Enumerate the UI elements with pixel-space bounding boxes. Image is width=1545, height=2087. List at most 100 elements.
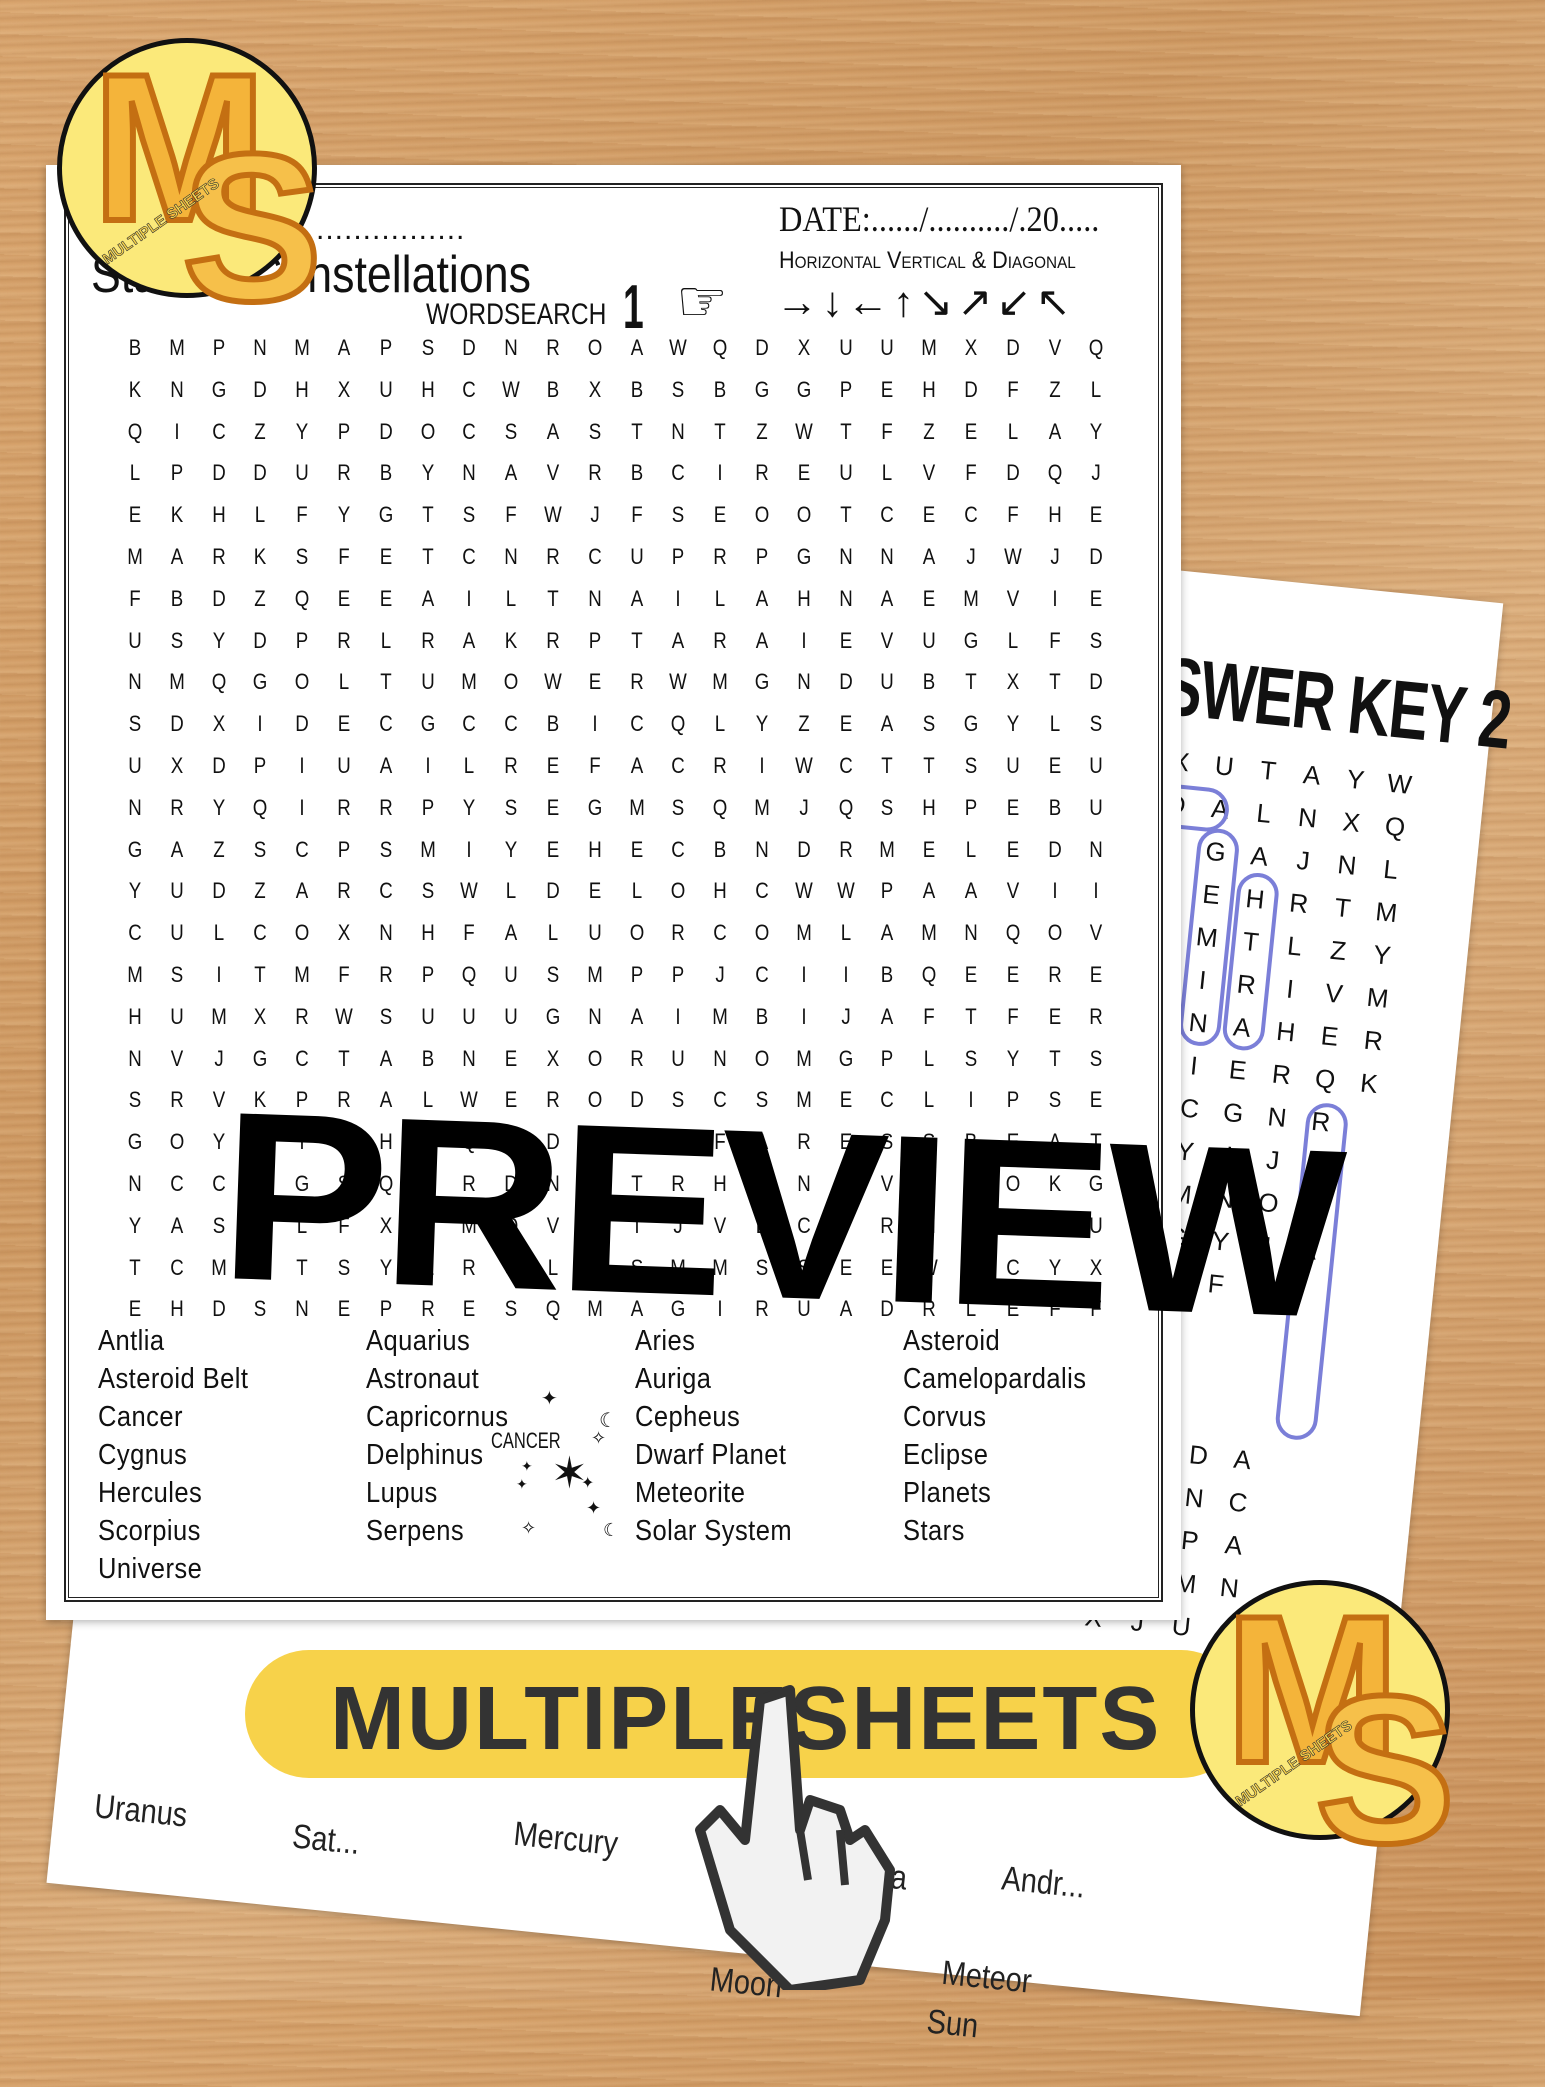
grid-letter[interactable]: C	[661, 837, 697, 863]
grid-letter[interactable]: G	[577, 795, 613, 821]
grid-letter[interactable]: D	[995, 335, 1031, 361]
grid-letter[interactable]: A	[911, 544, 947, 570]
grid-letter[interactable]: K	[117, 377, 153, 403]
grid-letter[interactable]: I	[284, 753, 320, 779]
grid-letter[interactable]: M	[953, 586, 989, 612]
grid-letter[interactable]: L	[911, 1046, 947, 1072]
grid-letter[interactable]: C	[744, 962, 780, 988]
grid-letter[interactable]: L	[535, 920, 571, 946]
grid-letter[interactable]: H	[410, 920, 446, 946]
grid-letter[interactable]: X	[159, 753, 195, 779]
grid-letter[interactable]: V	[159, 1046, 195, 1072]
grid-letter[interactable]: L	[702, 586, 738, 612]
grid-letter[interactable]: L	[828, 920, 864, 946]
grid-letter[interactable]: U	[159, 920, 195, 946]
grid-letter[interactable]: C	[368, 878, 404, 904]
grid-letter[interactable]: L	[870, 460, 906, 486]
grid-letter[interactable]: X	[201, 711, 237, 737]
grid-letter[interactable]: E	[1037, 1004, 1073, 1030]
grid-letter[interactable]: D	[284, 711, 320, 737]
grid-letter[interactable]: S	[870, 795, 906, 821]
grid-letter[interactable]: G	[243, 669, 279, 695]
grid-letter[interactable]: N	[828, 586, 864, 612]
grid-letter[interactable]: R	[326, 878, 362, 904]
grid-letter[interactable]: R	[326, 795, 362, 821]
grid-letter[interactable]: F	[1037, 628, 1073, 654]
grid-letter[interactable]: T	[828, 419, 864, 445]
grid-letter[interactable]: T	[535, 586, 571, 612]
grid-letter[interactable]: F	[326, 544, 362, 570]
grid-letter[interactable]: W	[661, 669, 697, 695]
grid-letter[interactable]: E	[995, 795, 1031, 821]
grid-letter[interactable]: U	[326, 753, 362, 779]
grid-letter[interactable]: T	[410, 502, 446, 528]
grid-letter[interactable]: E	[535, 837, 571, 863]
grid-letter[interactable]: G	[786, 544, 822, 570]
grid-letter[interactable]: G	[744, 669, 780, 695]
grid-letter[interactable]: N	[117, 795, 153, 821]
grid-letter[interactable]: R	[702, 544, 738, 570]
grid-letter[interactable]: Y	[201, 628, 237, 654]
grid-letter[interactable]: H	[786, 586, 822, 612]
grid-letter[interactable]: J	[828, 1004, 864, 1030]
grid-letter[interactable]: L	[1037, 711, 1073, 737]
grid-letter[interactable]: A	[1037, 419, 1073, 445]
grid-letter[interactable]: F	[953, 460, 989, 486]
grid-letter[interactable]: P	[619, 962, 655, 988]
grid-letter[interactable]: B	[911, 669, 947, 695]
grid-letter[interactable]: R	[326, 460, 362, 486]
grid-letter[interactable]: T	[117, 1255, 153, 1281]
grid-letter[interactable]: Z	[201, 837, 237, 863]
grid-letter[interactable]: M	[744, 795, 780, 821]
grid-letter[interactable]: D	[786, 837, 822, 863]
grid-letter[interactable]: Q	[828, 795, 864, 821]
grid-letter[interactable]: V	[535, 460, 571, 486]
grid-letter[interactable]: M	[911, 920, 947, 946]
grid-letter[interactable]: A	[410, 586, 446, 612]
grid-letter[interactable]: D	[201, 878, 237, 904]
grid-letter[interactable]: R	[368, 795, 404, 821]
grid-letter[interactable]: C	[702, 920, 738, 946]
grid-letter[interactable]: V	[870, 628, 906, 654]
grid-letter[interactable]: I	[1037, 878, 1073, 904]
grid-letter[interactable]: E	[953, 419, 989, 445]
grid-letter[interactable]: U	[995, 753, 1031, 779]
grid-letter[interactable]: A	[159, 1213, 195, 1239]
grid-letter[interactable]: N	[493, 544, 529, 570]
grid-letter[interactable]: U	[493, 1004, 529, 1030]
grid-letter[interactable]: H	[159, 1296, 195, 1322]
grid-letter[interactable]: E	[828, 628, 864, 654]
grid-letter[interactable]: N	[744, 837, 780, 863]
grid-letter[interactable]: I	[159, 419, 195, 445]
grid-letter[interactable]: G	[953, 628, 989, 654]
grid-letter[interactable]: N	[828, 544, 864, 570]
grid-letter[interactable]: A	[870, 586, 906, 612]
grid-letter[interactable]: C	[452, 419, 488, 445]
grid-letter[interactable]: J	[1079, 460, 1115, 486]
grid-letter[interactable]: O	[284, 669, 320, 695]
grid-letter[interactable]: T	[870, 753, 906, 779]
grid-letter[interactable]: Q	[243, 795, 279, 821]
grid-letter[interactable]: S	[159, 628, 195, 654]
grid-letter[interactable]: C	[159, 1171, 195, 1197]
grid-letter[interactable]: T	[368, 669, 404, 695]
grid-letter[interactable]: X	[953, 335, 989, 361]
grid-letter[interactable]: N	[452, 1046, 488, 1072]
grid-letter[interactable]: O	[744, 502, 780, 528]
grid-letter[interactable]: A	[159, 544, 195, 570]
grid-letter[interactable]: I	[786, 962, 822, 988]
grid-letter[interactable]: I	[661, 1004, 697, 1030]
grid-letter[interactable]: H	[702, 878, 738, 904]
grid-letter[interactable]: H	[284, 377, 320, 403]
grid-letter[interactable]: M	[117, 962, 153, 988]
grid-letter[interactable]: D	[159, 711, 195, 737]
grid-letter[interactable]: A	[911, 878, 947, 904]
grid-letter[interactable]: Z	[744, 419, 780, 445]
grid-letter[interactable]: E	[368, 586, 404, 612]
grid-letter[interactable]: F	[452, 920, 488, 946]
grid-letter[interactable]: Y	[284, 419, 320, 445]
grid-letter[interactable]: W	[493, 377, 529, 403]
grid-letter[interactable]: W	[661, 335, 697, 361]
grid-letter[interactable]: S	[535, 962, 571, 988]
grid-letter[interactable]: J	[702, 962, 738, 988]
